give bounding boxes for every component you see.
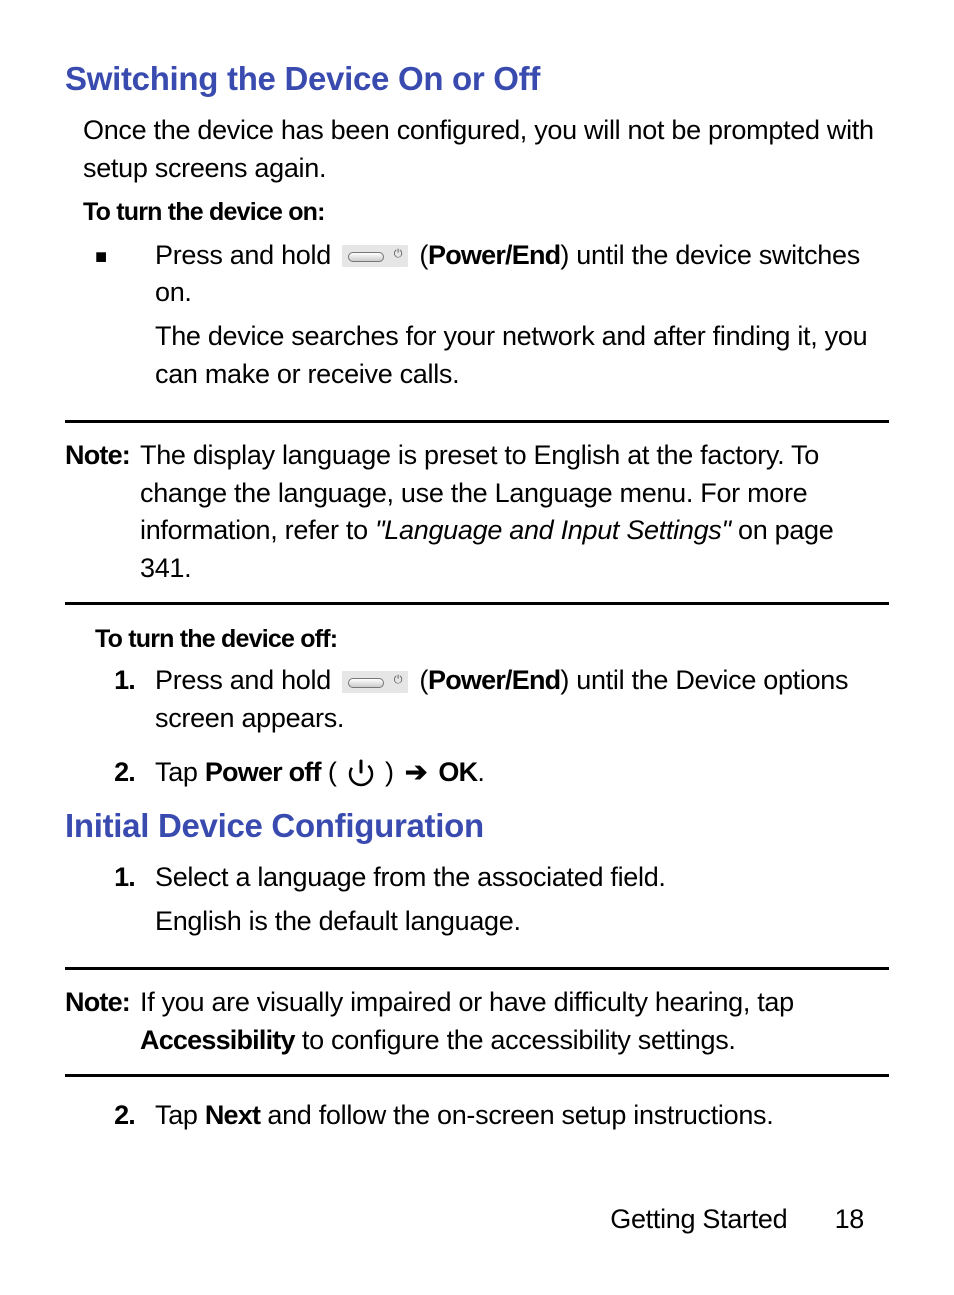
power-end-button-icon xyxy=(342,245,408,267)
note-text: The display language is preset to Englis… xyxy=(140,437,889,588)
turn-off-heading: To turn the device off: xyxy=(95,625,889,654)
text-fragment: . xyxy=(477,757,484,787)
text-fragment: Tap xyxy=(155,757,205,787)
num-marker: 2. xyxy=(95,754,155,798)
section-title-config: Initial Device Configuration xyxy=(65,807,889,845)
next-label: Next xyxy=(205,1100,260,1130)
turn-off-list: 1. Press and hold (Power/End) until the … xyxy=(95,662,889,797)
num-marker: 1. xyxy=(95,859,155,947)
config-step-1a: Select a language from the associated fi… xyxy=(155,859,889,897)
text-fragment: Tap xyxy=(155,1100,205,1130)
text-fragment: ( xyxy=(419,240,428,270)
list-item: 1. Select a language from the associated… xyxy=(95,859,889,947)
power-off-label: Power off xyxy=(205,757,321,787)
turn-on-heading: To turn the device on: xyxy=(83,198,889,227)
text-fragment: ( xyxy=(321,757,344,787)
accessibility-label: Accessibility xyxy=(140,1025,295,1055)
note-label: Note: xyxy=(65,437,140,588)
config-list-2: 2. Tap Next and follow the on-screen set… xyxy=(95,1097,889,1141)
note-label: Note: xyxy=(65,984,140,1060)
num-marker: 1. xyxy=(95,662,155,744)
list-item: 1. Press and hold (Power/End) until the … xyxy=(95,662,889,744)
list-item: ■ Press and hold (Power/End) until the d… xyxy=(95,237,889,400)
text-fragment: ( xyxy=(419,665,428,695)
arrow-icon: ➔ xyxy=(405,757,427,787)
turn-off-step-1: Press and hold (Power/End) until the Dev… xyxy=(155,662,889,738)
config-step-1b: English is the default language. xyxy=(155,903,889,941)
num-marker: 2. xyxy=(95,1097,155,1141)
power-end-label: Power/End xyxy=(428,240,560,270)
intro-paragraph: Once the device has been configured, you… xyxy=(83,112,889,188)
list-item: 2. Tap Next and follow the on-screen set… xyxy=(95,1097,889,1141)
section-title-switching: Switching the Device On or Off xyxy=(65,60,889,98)
ok-label: OK xyxy=(438,757,477,787)
power-end-button-icon xyxy=(342,671,408,693)
text-fragment: Press and hold xyxy=(155,240,338,270)
note-block-language: Note: The display language is preset to … xyxy=(65,420,889,605)
config-list-1: 1. Select a language from the associated… xyxy=(95,859,889,947)
list-item: 2. Tap Power off ( ) ➔ OK. xyxy=(95,754,889,798)
reference-link: "Language and Input Settings" xyxy=(375,515,731,545)
config-step-2: Tap Next and follow the on-screen setup … xyxy=(155,1097,889,1135)
page-number: 18 xyxy=(835,1204,864,1234)
text-fragment: ) xyxy=(378,757,401,787)
turn-off-step-2: Tap Power off ( ) ➔ OK. xyxy=(155,754,889,792)
power-icon xyxy=(346,758,376,788)
page-footer: Getting Started 18 xyxy=(610,1204,864,1235)
power-end-label: Power/End xyxy=(428,665,560,695)
bullet-marker: ■ xyxy=(95,237,155,400)
note-text: If you are visually impaired or have dif… xyxy=(140,984,889,1060)
note-block-accessibility: Note: If you are visually impaired or ha… xyxy=(65,967,889,1077)
text-fragment: Press and hold xyxy=(155,665,338,695)
turn-on-list: ■ Press and hold (Power/End) until the d… xyxy=(95,237,889,400)
chapter-name: Getting Started xyxy=(610,1204,787,1234)
turn-on-step: Press and hold (Power/End) until the dev… xyxy=(155,237,889,313)
turn-on-followup: The device searches for your network and… xyxy=(155,318,889,394)
text-fragment: and follow the on-screen setup instructi… xyxy=(260,1100,773,1130)
text-fragment: to configure the accessibility settings. xyxy=(295,1025,736,1055)
text-fragment: If you are visually impaired or have dif… xyxy=(140,987,794,1017)
